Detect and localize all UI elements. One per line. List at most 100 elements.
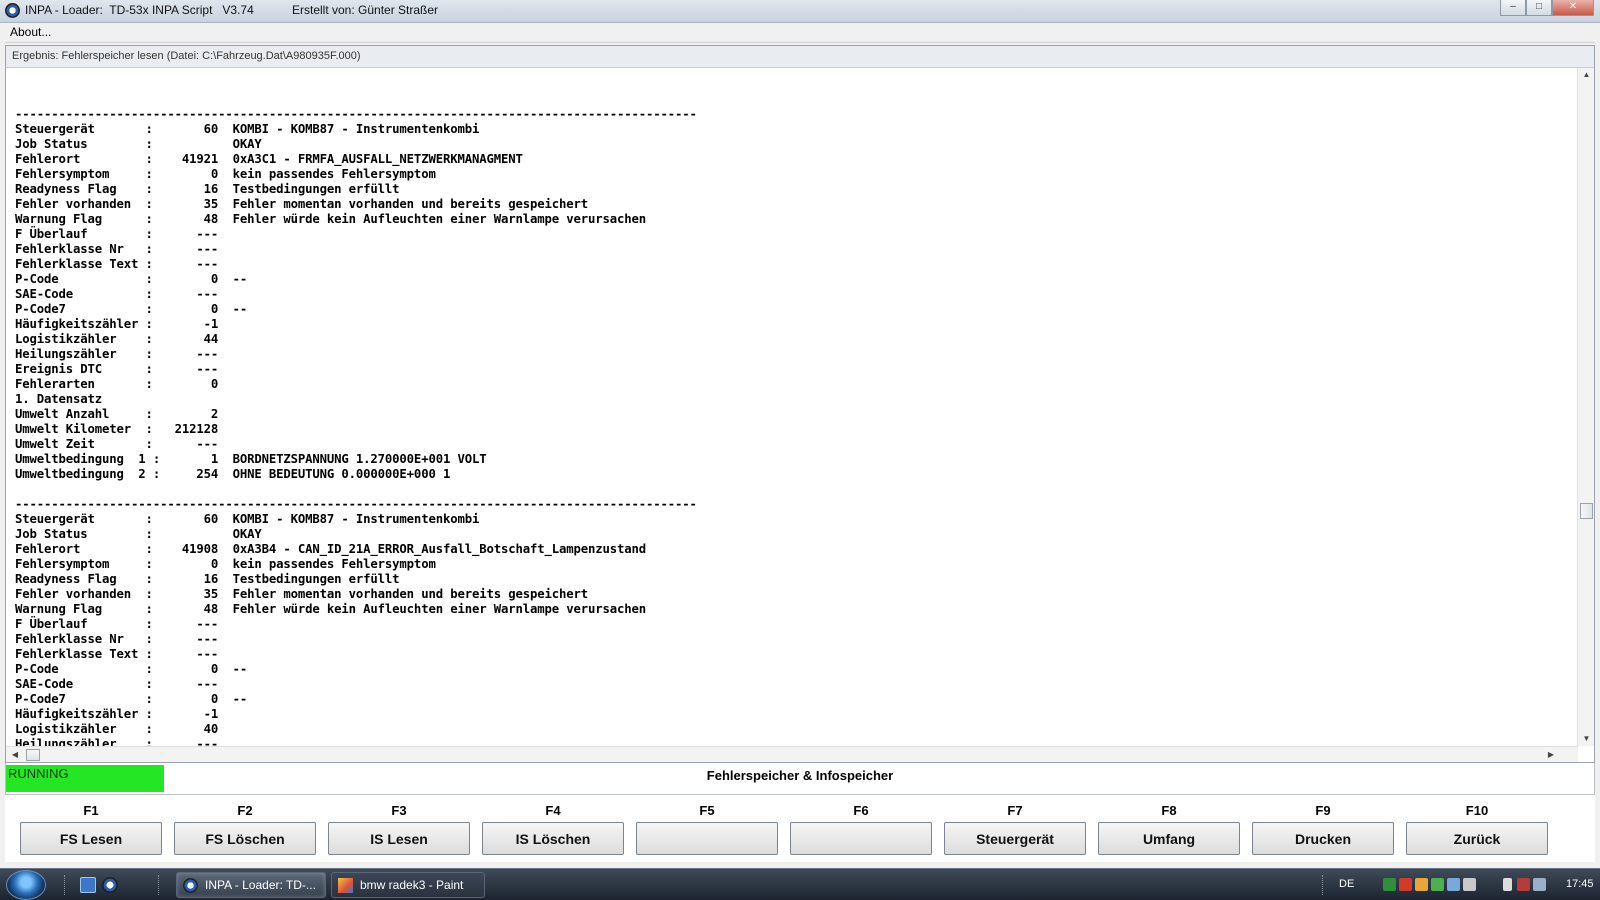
function-key-bar: F1 FS Lesen F2 FS Löschen F3 IS Lesen F4 IS Lös…: [0, 795, 1600, 862]
horizontal-scroll-thumb[interactable]: [26, 749, 40, 761]
result-line: Fehlersymptom : 0 kein passendes Fehlers…: [15, 167, 436, 181]
fkey-label-f8: F8: [1161, 803, 1177, 818]
fkey-label-f9: F9: [1315, 803, 1331, 818]
result-line: Job Status : OKAY: [15, 137, 262, 151]
result-line: ----------------------------------------…: [15, 107, 697, 121]
result-line: Fehlerklasse Text : ---: [15, 257, 219, 271]
result-line: F Überlauf : ---: [15, 617, 219, 631]
task-inpa-label: INPA - Loader: TD-...: [205, 878, 316, 892]
result-line: 1. Datensatz: [15, 392, 103, 406]
paint-icon: [338, 878, 353, 893]
vertical-scrollbar[interactable]: ▲ ▼: [1577, 68, 1594, 746]
battery-tray-icon[interactable]: [1503, 878, 1512, 891]
result-line: P-Code7 : 0 --: [15, 302, 248, 316]
display-tray-icon[interactable]: [1463, 878, 1476, 891]
bmw-quicklaunch-icon[interactable]: [102, 877, 118, 893]
result-line: Fehlerort : 41921 0xA3C1 - FRMFA_AUSFALL…: [15, 152, 523, 166]
result-line: Häufigkeitszähler : -1: [15, 707, 219, 721]
screen-title: Fehlerspeicher & Infospeicher: [706, 768, 894, 783]
fkey-button-f3[interactable]: IS Lesen: [328, 822, 470, 855]
volume-tray-icon[interactable]: [1533, 878, 1546, 891]
window-author: Erstellt von: Günter Straßer: [292, 3, 439, 17]
result-line: Häufigkeitszähler : -1: [15, 317, 219, 331]
result-line: Logistikzähler : 40: [15, 722, 219, 736]
result-line: Steuergerät : 60 KOMBI - KOMB87 - Instru…: [15, 512, 480, 526]
fkey-label-f2: F2: [237, 803, 253, 818]
result-line: Heilungszähler : ---: [15, 737, 219, 746]
task-paint-label: bmw radek3 - Paint: [360, 878, 464, 892]
bmw-icon: [183, 878, 198, 893]
show-desktop-icon[interactable]: [80, 877, 96, 893]
download-tray-icon[interactable]: [1431, 878, 1444, 891]
network-status-tray-icon[interactable]: [1517, 878, 1530, 891]
result-line: Umwelt Kilometer : 212128: [15, 422, 219, 436]
result-line: Umwelt Zeit : ---: [15, 437, 219, 451]
window-title: INPA - Loader: TD-53x INPA Script V3.74: [25, 3, 254, 17]
result-line: Fehler vorhanden : 35 Fehler momentan vo…: [15, 587, 589, 601]
result-panel: Ergebnis: Fehlerspeicher lesen (Datei: C…: [5, 45, 1595, 763]
taskbar-grip: [1322, 875, 1326, 895]
scroll-up-icon[interactable]: ▲: [1578, 68, 1595, 82]
fkey-label-f7: F7: [1007, 803, 1023, 818]
fkey-label-f1: F1: [83, 803, 99, 818]
result-header: Ergebnis: Fehlerspeicher lesen (Datei: C…: [6, 46, 1594, 68]
status-strip: RUNNING Fehlerspeicher & Infospeicher: [5, 763, 1595, 795]
fkey-button-f8[interactable]: Umfang: [1098, 822, 1240, 855]
fkey-button-f5[interactable]: [636, 822, 778, 855]
result-line: Ereignis DTC : ---: [15, 362, 219, 376]
language-indicator[interactable]: DE: [1339, 878, 1354, 890]
result-line: Fehlersymptom : 0 kein passendes Fehlers…: [15, 557, 436, 571]
window-titlebar[interactable]: INPA - Loader: TD-53x INPA Script V3.74 …: [0, 0, 1600, 23]
scroll-right-icon[interactable]: ▶: [1544, 747, 1558, 763]
result-line: Readyness Flag : 16 Testbedingungen erfü…: [15, 572, 400, 586]
task-paint[interactable]: bmw radek3 - Paint: [331, 872, 485, 898]
close-button[interactable]: ✕: [1552, 0, 1594, 16]
fkey-button-f6[interactable]: [790, 822, 932, 855]
horizontal-scrollbar[interactable]: ◀ ▶: [6, 746, 1578, 762]
antivirus-tray-icon[interactable]: [1399, 878, 1412, 891]
taskbar-grip: [64, 875, 68, 895]
result-line: Fehlerklasse Nr : ---: [15, 632, 219, 646]
result-line: Steuergerät : 60 KOMBI - KOMB87 - Instru…: [15, 122, 480, 136]
result-line: Fehlerklasse Nr : ---: [15, 242, 219, 256]
bmw-logo-icon: [5, 3, 20, 18]
fkey-button-f2[interactable]: FS Löschen: [174, 822, 316, 855]
window-controls: – □ ✕: [1500, 0, 1594, 16]
taskbar-clock[interactable]: 17:45: [1566, 878, 1594, 890]
result-line: ----------------------------------------…: [15, 497, 697, 511]
windows-taskbar: INPA - Loader: TD-... bmw radek3 - Paint…: [0, 868, 1600, 900]
vertical-scroll-thumb[interactable]: [1580, 503, 1593, 519]
menu-item-about[interactable]: About...: [10, 25, 51, 39]
result-line: P-Code : 0 --: [15, 272, 248, 286]
result-line: P-Code : 0 --: [15, 662, 248, 676]
fkey-label-f5: F5: [699, 803, 715, 818]
fkey-button-f4[interactable]: IS Löschen: [482, 822, 624, 855]
result-line: Fehler vorhanden : 35 Fehler momentan vo…: [15, 197, 589, 211]
network-tray-icon[interactable]: [1383, 878, 1396, 891]
result-line: Umweltbedingung 2 : 254 OHNE BEDEUTUNG 0…: [15, 467, 451, 481]
fkey-button-f9[interactable]: Drucken: [1252, 822, 1394, 855]
result-line: Heilungszähler : ---: [15, 347, 219, 361]
menu-bar: About...: [5, 23, 1595, 43]
maximize-button[interactable]: □: [1526, 0, 1552, 16]
device-tray-icon[interactable]: [1447, 878, 1460, 891]
fkey-button-f7[interactable]: Steuergerät: [944, 822, 1086, 855]
result-header-text: Ergebnis: Fehlerspeicher lesen (Datei: C…: [12, 50, 361, 62]
task-inpa[interactable]: INPA - Loader: TD-...: [176, 872, 326, 898]
result-line: SAE-Code : ---: [15, 287, 219, 301]
minimize-button[interactable]: –: [1500, 0, 1526, 16]
result-line: Fehlerort : 41908 0xA3B4 - CAN_ID_21A_ER…: [15, 542, 647, 556]
start-button[interactable]: [6, 870, 46, 900]
result-line: Warnung Flag : 48 Fehler würde kein Aufl…: [15, 212, 647, 226]
result-text-area[interactable]: ----------------------------------------…: [6, 68, 1578, 746]
scroll-left-icon[interactable]: ◀: [8, 747, 22, 763]
fkey-button-f10[interactable]: Zurück: [1406, 822, 1548, 855]
scroll-down-icon[interactable]: ▼: [1578, 732, 1595, 746]
fkey-label-f4: F4: [545, 803, 561, 818]
result-line: Umwelt Anzahl : 2: [15, 407, 219, 421]
result-line: Warnung Flag : 48 Fehler würde kein Aufl…: [15, 602, 647, 616]
result-line: SAE-Code : ---: [15, 677, 219, 691]
fkey-button-f1[interactable]: FS Lesen: [20, 822, 162, 855]
result-line: Fehlerarten : 0: [15, 377, 219, 391]
update-tray-icon[interactable]: [1415, 878, 1428, 891]
